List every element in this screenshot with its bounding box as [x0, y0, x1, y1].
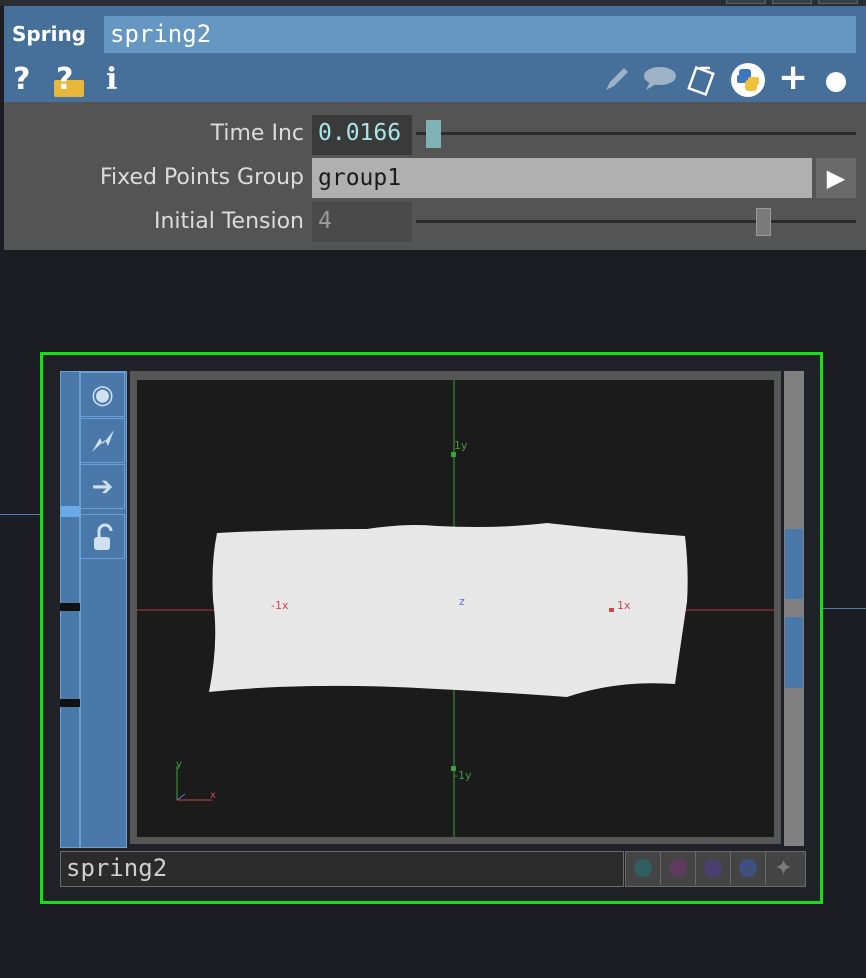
flag-button-teal[interactable] — [626, 852, 661, 885]
axis-label-neg-y: -1y — [454, 769, 472, 782]
gizmo-x-label: x — [210, 790, 216, 801]
axis-label-pos-y: 1y — [454, 439, 468, 452]
initial-tension-label: Initial Tension — [153, 209, 304, 234]
input-connector[interactable] — [60, 506, 80, 517]
initial-tension-value[interactable]: 4 — [318, 208, 332, 234]
comment-icon[interactable] — [642, 64, 678, 98]
time-inc-value[interactable]: 0.0166 — [318, 120, 401, 146]
flag-button-magenta[interactable] — [661, 852, 696, 885]
connector-divider — [60, 699, 80, 707]
axis-label-pos-x: 1x — [617, 599, 631, 612]
output-connector[interactable] — [785, 529, 803, 599]
unlock-icon[interactable] — [80, 514, 125, 559]
initial-tension-slider-handle[interactable] — [756, 208, 771, 236]
bypass-dot-icon[interactable] — [826, 72, 846, 92]
output-connector[interactable] — [785, 617, 803, 688]
output-connector-strip — [784, 371, 804, 846]
axis-label-neg-x: -1x — [271, 599, 289, 612]
info-icon[interactable]: i — [106, 65, 117, 95]
group-menu-button[interactable]: ▶ — [816, 158, 856, 198]
flag-button-purple[interactable] — [696, 852, 731, 885]
operator-name[interactable]: spring2 — [110, 20, 211, 48]
window-button[interactable] — [726, 0, 766, 4]
python-help-icon[interactable]: ? — [50, 64, 88, 98]
fixed-points-group-label: Fixed Points Group — [99, 165, 304, 190]
flag-button-star-icon[interactable]: ✦ — [766, 852, 801, 885]
lightning-icon[interactable] — [80, 418, 125, 463]
clone-icon[interactable] — [686, 64, 720, 100]
flag-button-blue[interactable] — [731, 852, 766, 885]
time-inc-label: Time Inc — [210, 121, 304, 146]
fixed-points-group-value[interactable]: group1 — [318, 165, 401, 191]
operator-name-field[interactable] — [104, 16, 856, 53]
axis-label-z: z — [459, 595, 465, 608]
connector-divider — [60, 603, 80, 611]
target-icon[interactable]: ◉ — [80, 372, 125, 417]
operator-type-label: Spring — [12, 22, 86, 46]
arrow-right-icon[interactable]: ➔ — [80, 464, 125, 509]
pencil-icon[interactable] — [602, 64, 632, 98]
window-button[interactable] — [772, 0, 812, 4]
add-icon[interactable]: + — [778, 60, 808, 96]
python-icon[interactable] — [730, 62, 766, 102]
window-button[interactable] — [818, 0, 858, 4]
time-inc-slider-track[interactable] — [416, 132, 856, 135]
help-icon[interactable]: ? — [13, 65, 30, 95]
initial-tension-slider-track[interactable] — [416, 220, 856, 223]
node-name[interactable]: spring2 — [66, 854, 167, 882]
gizmo-y-label: y — [176, 759, 182, 770]
time-inc-slider-handle[interactable] — [426, 120, 441, 148]
3d-viewport[interactable]: 1y -1y 1x -1x z y x — [137, 380, 774, 837]
